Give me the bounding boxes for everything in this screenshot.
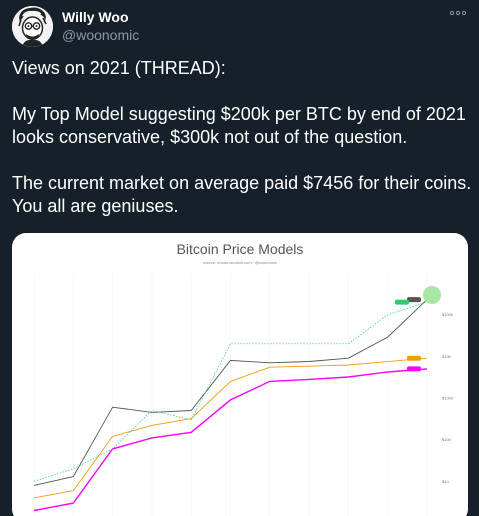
series-end-marker-0 <box>407 297 421 303</box>
display-name[interactable]: Willy Woo <box>62 8 139 26</box>
tweet-line-2: My Top Model suggesting $200k per BTC by… <box>12 104 466 147</box>
avatar-portrait-icon <box>12 6 53 47</box>
series-end-marker-2 <box>407 366 421 372</box>
user-handle[interactable]: @woonomic <box>62 26 139 44</box>
user-names: Willy Woo @woonomic <box>62 8 139 44</box>
series-end-marker-3 <box>395 299 409 305</box>
tweet-line-3: The current market on average paid $7456… <box>12 173 472 216</box>
price-model-chart: $100k $10k $1000 $100 $10 <box>33 273 454 516</box>
axis-tick-label: $10 <box>442 479 449 484</box>
chart-ticks: $100k $10k $1000 $100 $10 <box>442 312 454 484</box>
axis-tick-label: $100k <box>442 312 453 317</box>
tweet-header: Willy Woo @woonomic <box>12 6 467 48</box>
more-options-icon[interactable] <box>449 6 467 20</box>
tweet-media-chart[interactable]: Bitcoin Price Models source: charts.woob… <box>12 233 468 516</box>
series-end-marker-1 <box>407 355 421 361</box>
chart-grid <box>33 273 428 516</box>
target-bubble <box>423 286 441 304</box>
tweet-line-1: Views on 2021 (THREAD): <box>12 58 226 78</box>
tweet-text: Views on 2021 (THREAD): My Top Model sug… <box>12 57 472 218</box>
chart-markers <box>395 286 441 372</box>
axis-tick-label: $1000 <box>442 396 454 401</box>
axis-tick-label: $100 <box>442 437 452 442</box>
avatar[interactable] <box>12 6 53 47</box>
axis-tick-label: $10k <box>442 354 451 359</box>
